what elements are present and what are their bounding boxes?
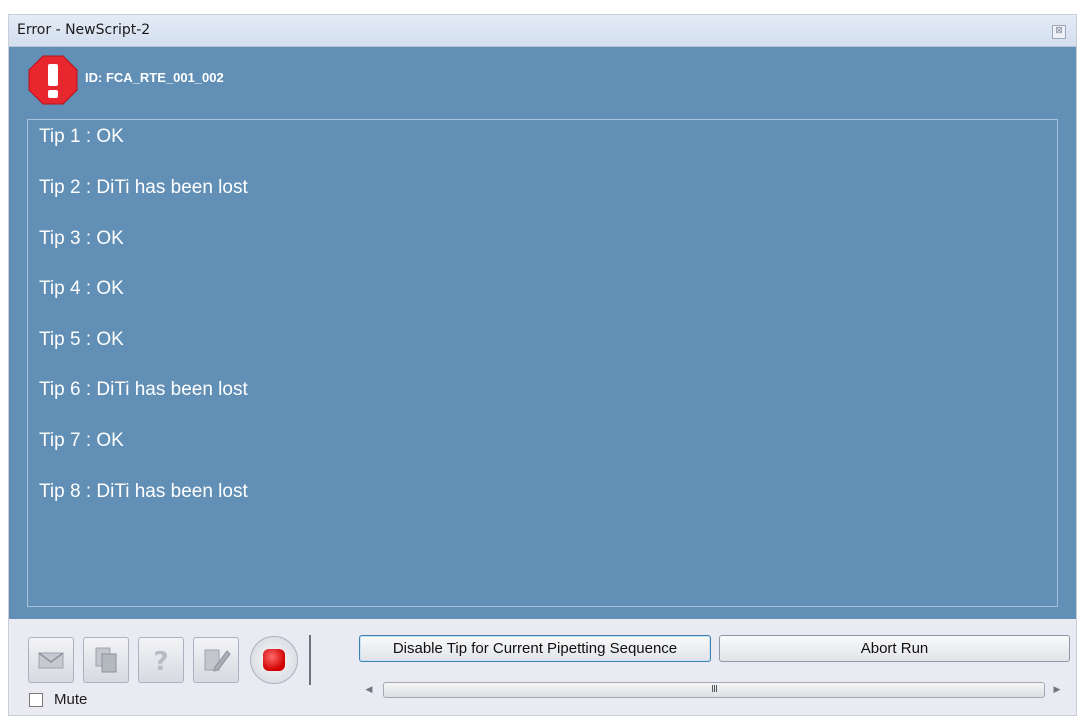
error-panel: ID: FCA_RTE_001_002 Tip 1 : OK Tip 2 : D…: [9, 47, 1076, 619]
error-dialog: Error - NewScript-2 ⊠ ID: FCA_RTE_001_00…: [8, 14, 1077, 716]
edit-button[interactable]: [193, 637, 239, 683]
message-line: Tip 6 : DiTi has been lost: [39, 379, 248, 400]
stop-icon: [263, 649, 285, 671]
abort-run-button[interactable]: Abort Run: [719, 635, 1070, 662]
mute-checkbox[interactable]: [29, 693, 43, 707]
message-line: Tip 4 : OK: [39, 278, 124, 299]
message-line: Tip 5 : OK: [39, 329, 124, 350]
svg-text:?: ?: [153, 647, 168, 675]
window-title: Error - NewScript-2: [17, 22, 151, 38]
scroll-thumb[interactable]: III: [383, 682, 1045, 698]
error-id: ID: FCA_RTE_001_002: [85, 70, 224, 85]
scroll-left-icon[interactable]: ◀: [363, 683, 375, 697]
stop-button[interactable]: [250, 636, 298, 684]
help-icon: ?: [153, 647, 168, 675]
edit-icon: [204, 649, 231, 672]
toolbar-separator: [309, 635, 311, 685]
mail-button[interactable]: [28, 637, 74, 683]
help-button[interactable]: ?: [138, 637, 184, 683]
close-icon[interactable]: ⊠: [1052, 25, 1066, 39]
message-line: Tip 1 : OK: [39, 126, 124, 147]
disable-tip-button[interactable]: Disable Tip for Current Pipetting Sequen…: [359, 635, 711, 662]
title-bar: Error - NewScript-2 ⊠: [9, 15, 1076, 47]
mute-label: Mute: [54, 691, 88, 708]
error-octagon-icon: [28, 55, 78, 105]
copy-button[interactable]: [83, 637, 129, 683]
mail-icon: [38, 652, 64, 669]
action-bar: ? Mute Disable Tip for Current Pipetting…: [9, 619, 1076, 715]
message-line: Tip 3 : OK: [39, 228, 124, 249]
horizontal-scrollbar[interactable]: ◀ III ▶: [357, 680, 1069, 700]
scroll-grip: III: [711, 684, 718, 695]
message-list: Tip 1 : OK Tip 2 : DiTi has been lost Ti…: [27, 119, 1058, 607]
scroll-right-icon[interactable]: ▶: [1051, 683, 1063, 697]
message-line: Tip 7 : OK: [39, 430, 124, 451]
message-line: Tip 2 : DiTi has been lost: [39, 177, 248, 198]
message-line: Tip 8 : DiTi has been lost: [39, 481, 248, 502]
copy-icon: [95, 647, 117, 673]
